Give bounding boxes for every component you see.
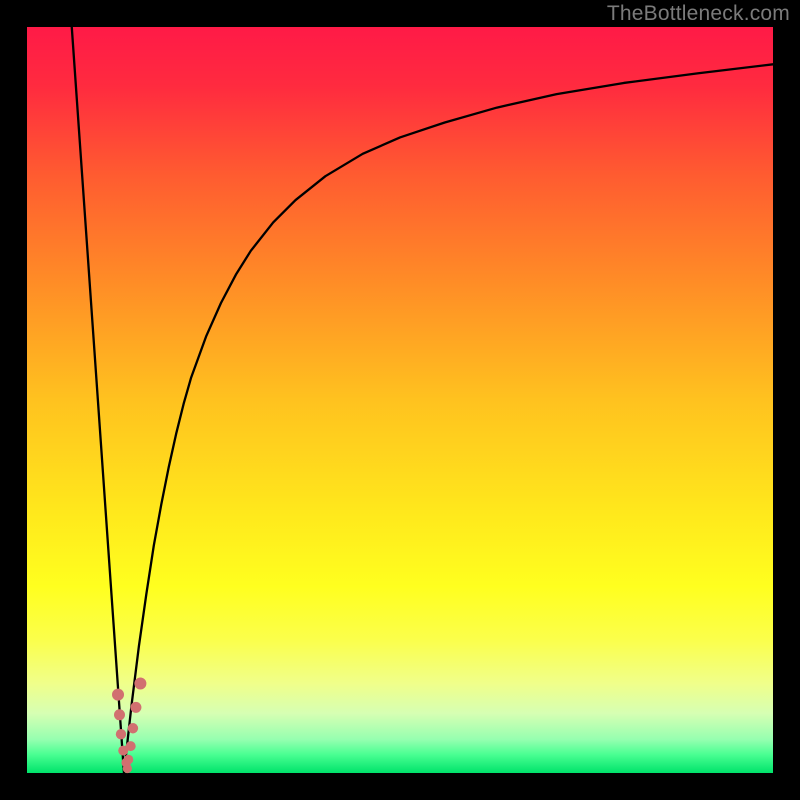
- cluster-dot: [126, 741, 136, 751]
- cluster-dot: [130, 702, 141, 713]
- watermark-label: TheBottleneck.com: [607, 2, 790, 26]
- cluster-dot: [128, 723, 138, 733]
- cluster-dot: [114, 709, 125, 720]
- cluster-dot: [112, 689, 124, 701]
- cluster-dot: [134, 677, 146, 689]
- cluster-dot: [123, 764, 132, 773]
- plot-area: [27, 27, 773, 773]
- chart-stage: TheBottleneck.com: [0, 0, 800, 800]
- cluster-dot: [116, 729, 126, 739]
- bottleneck-curve-chart: [0, 0, 800, 800]
- cluster-dot: [124, 755, 134, 765]
